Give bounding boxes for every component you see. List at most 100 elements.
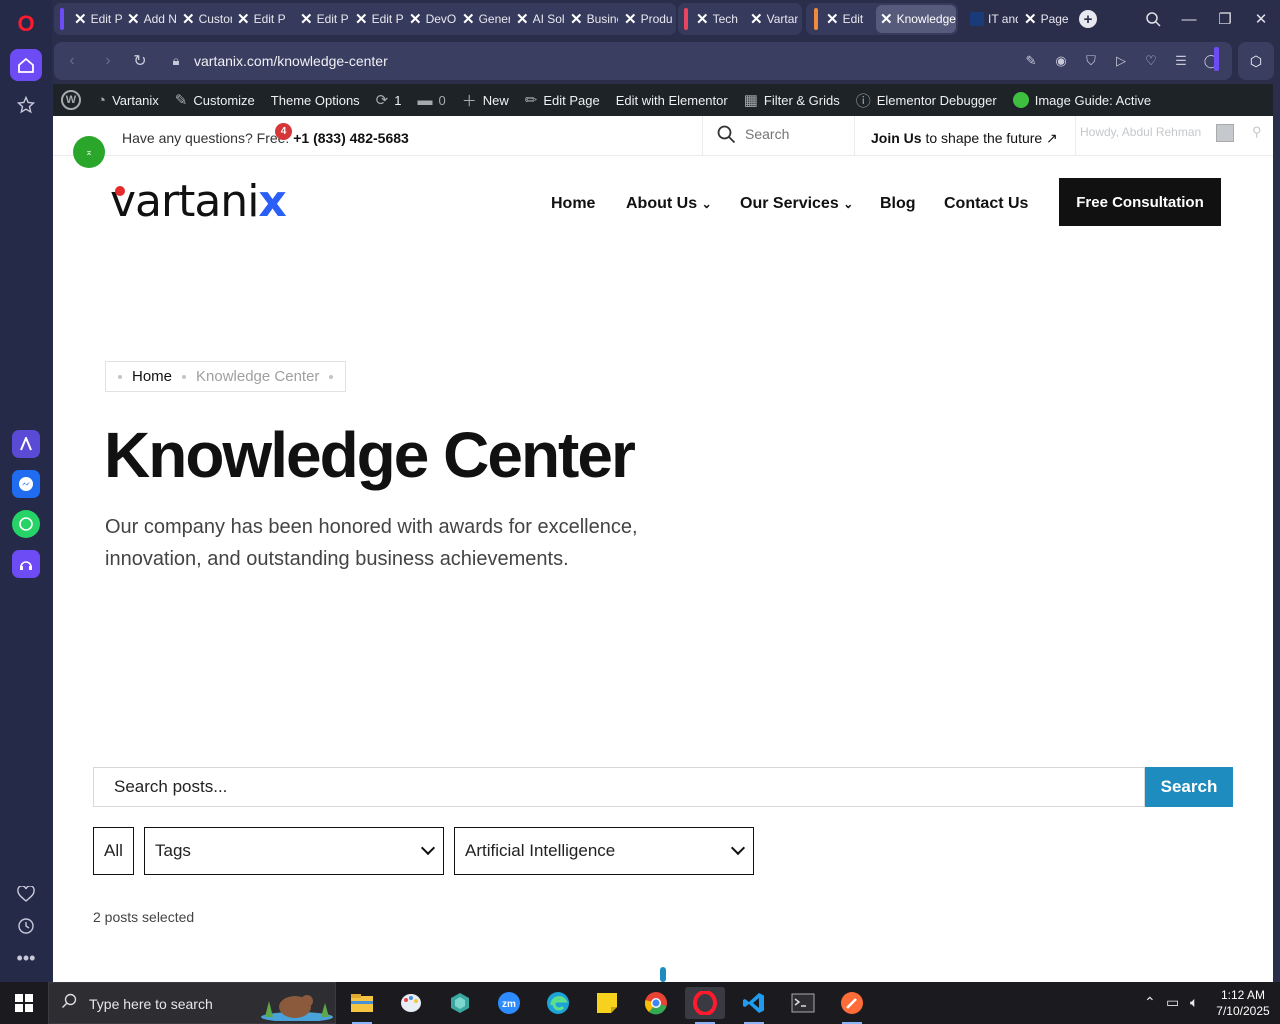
heart-icon[interactable] — [10, 878, 42, 910]
post-search-input[interactable] — [93, 767, 1145, 807]
edit-with-elementor-button[interactable]: Edit with Elementor — [608, 84, 736, 116]
customize-button[interactable]: ✎ Customize — [167, 84, 263, 116]
reload-icon[interactable]: ↻ — [130, 51, 150, 71]
send-icon[interactable]: ▷ — [1112, 52, 1130, 70]
music-player-icon[interactable] — [12, 550, 40, 578]
start-button[interactable] — [0, 982, 48, 1024]
extensions-icon[interactable]: ⬡ — [1238, 42, 1274, 80]
opera-sidebar: O ••• — [0, 0, 52, 982]
post-search-button[interactable]: Search — [1145, 767, 1233, 807]
file-explorer-icon[interactable] — [342, 987, 382, 1024]
nav-our-services[interactable]: Our Services ⌄ — [740, 195, 853, 213]
elementor-debugger-button[interactable]: ⓘ Elementor Debugger — [848, 84, 1005, 116]
chrome-browser-icon[interactable] — [636, 987, 676, 1019]
tab[interactable]: ✕DevOps — [405, 5, 457, 33]
nav-contact-us[interactable]: Contact Us — [944, 195, 1028, 213]
heart-icon[interactable]: ♡ — [1142, 52, 1160, 70]
volume-icon[interactable]: 🔈︎ — [1190, 994, 1198, 1011]
site-name-button[interactable]: ◔ Vartanix — [89, 84, 167, 116]
taskbar-search[interactable]: Type here to search — [48, 982, 336, 1024]
accessibility-badge-icon[interactable]: ⌅ — [73, 136, 105, 168]
image-guide-button[interactable]: Image Guide: Active — [1005, 84, 1159, 116]
tab[interactable]: ✕Edit Post — [70, 5, 122, 33]
camera-icon[interactable]: ◉ — [1052, 52, 1070, 70]
history-icon[interactable] — [10, 910, 42, 942]
comments-button[interactable]: ▬ 0 — [409, 84, 453, 116]
site-logo[interactable]: vartanix — [110, 176, 287, 227]
more-options-icon[interactable]: ••• — [10, 942, 42, 974]
tab[interactable]: ✕Edit Page — [351, 5, 403, 33]
header-search-input[interactable] — [745, 126, 845, 142]
show-hidden-icons-icon[interactable]: ⌃ — [1144, 994, 1156, 1011]
shield-icon[interactable]: ⛉ — [1082, 52, 1100, 70]
join-us-link[interactable]: Join Us to shape the future — [871, 130, 1042, 146]
tab[interactable]: ✕ Edit — [822, 5, 874, 33]
whatsapp-icon[interactable] — [12, 510, 40, 538]
nav-home[interactable]: Home — [551, 195, 595, 213]
search-icon — [61, 993, 77, 1014]
nav-blog[interactable]: Blog — [880, 195, 916, 213]
tab[interactable]: ✕AI Solutions — [512, 5, 564, 33]
edit-page-button[interactable]: ✏ Edit Page — [517, 84, 608, 116]
search-icon[interactable] — [717, 125, 736, 150]
page-title: Knowledge Center — [104, 419, 636, 491]
tab[interactable]: ✕ Page — [1020, 5, 1074, 33]
url-text[interactable]: vartanix.com/knowledge-center — [194, 53, 388, 69]
restore-button[interactable]: ❐ — [1214, 8, 1236, 30]
breadcrumb-home[interactable]: Home — [132, 368, 172, 385]
forward-icon[interactable]: › — [98, 51, 118, 71]
tab[interactable]: ✕Edit Page — [233, 5, 285, 33]
tab[interactable]: IT and — [966, 5, 1018, 33]
tab-search-icon[interactable] — [1142, 8, 1164, 30]
tab[interactable]: ✕Generative — [458, 5, 510, 33]
free-consultation-button[interactable]: Free Consultation — [1059, 178, 1221, 226]
tab-active[interactable]: ✕Knowledge Center — [876, 5, 956, 33]
nav-about-us[interactable]: About Us ⌄ — [626, 195, 712, 213]
opera-logo-icon[interactable]: O — [10, 8, 42, 40]
tab[interactable]: ✕ Tech — [692, 5, 744, 33]
home-icon[interactable] — [10, 49, 42, 81]
updates-button[interactable]: ⟳ 1 — [368, 84, 410, 116]
new-tab-button[interactable]: + — [1079, 10, 1097, 28]
system-clock[interactable]: 1:12 AM 7/10/2025 — [1214, 987, 1272, 1019]
howdy-account[interactable]: Howdy, Abdul Rehman ⚲ — [1075, 116, 1273, 156]
tab[interactable]: ✕Add New — [123, 5, 177, 33]
back-icon[interactable]: ‹ — [62, 51, 82, 71]
vpn-app-icon[interactable] — [440, 987, 480, 1019]
star-icon[interactable] — [10, 89, 42, 121]
tab[interactable]: ✕Customize — [178, 5, 232, 33]
sticky-notes-icon[interactable] — [587, 987, 627, 1019]
messenger-icon[interactable] — [12, 470, 40, 498]
phone-number[interactable]: +1 (833) 482-5683 — [293, 130, 409, 146]
filter-grids-button[interactable]: ▦ Filter & Grids — [736, 84, 848, 116]
admin-search-icon[interactable]: ⚲ — [1252, 124, 1262, 140]
zoom-app-icon[interactable]: zm — [489, 987, 529, 1019]
theme-options-button[interactable]: Theme Options — [263, 84, 368, 116]
tab[interactable]: ✕Business — [566, 5, 618, 33]
tab[interactable]: ✕Edit Page — [296, 5, 348, 33]
address-bar[interactable]: ‹ › ↻ 🔒︎ vartanix.com/knowledge-center ✎… — [54, 42, 1232, 80]
edge-browser-icon[interactable] — [538, 987, 578, 1019]
tab[interactable]: ✕Vartanix — [746, 5, 798, 33]
terminal-icon[interactable] — [783, 987, 823, 1019]
easy-setup-icon[interactable]: ☰ — [1172, 52, 1190, 70]
filter-all-button[interactable]: All — [93, 827, 134, 875]
arrow-up-right-icon: ↗ — [1046, 130, 1058, 146]
plus-icon: ＋ — [461, 92, 477, 110]
postman-icon[interactable] — [832, 987, 872, 1024]
network-icon[interactable]: ▭ — [1166, 994, 1179, 1011]
wordpress-logo-button[interactable]: W — [53, 84, 89, 116]
new-content-button[interactable]: ＋ New — [454, 84, 517, 116]
vscode-icon[interactable] — [734, 987, 774, 1024]
edit-icon[interactable]: ✎ — [1022, 52, 1040, 70]
tags-select[interactable]: Tags — [144, 827, 444, 875]
close-window-button[interactable]: ✕ — [1250, 8, 1272, 30]
tab[interactable]: ✕Products — [620, 5, 672, 33]
paint-app-icon[interactable] — [391, 987, 431, 1019]
opera-browser-icon[interactable] — [685, 987, 725, 1024]
minimize-button[interactable]: — — [1178, 8, 1200, 30]
category-select[interactable]: Artificial Intelligence — [454, 827, 754, 875]
aria-app-icon[interactable] — [12, 430, 40, 458]
lock-icon[interactable]: 🔒︎ — [166, 51, 186, 71]
page-scrollbar[interactable] — [1273, 84, 1280, 982]
